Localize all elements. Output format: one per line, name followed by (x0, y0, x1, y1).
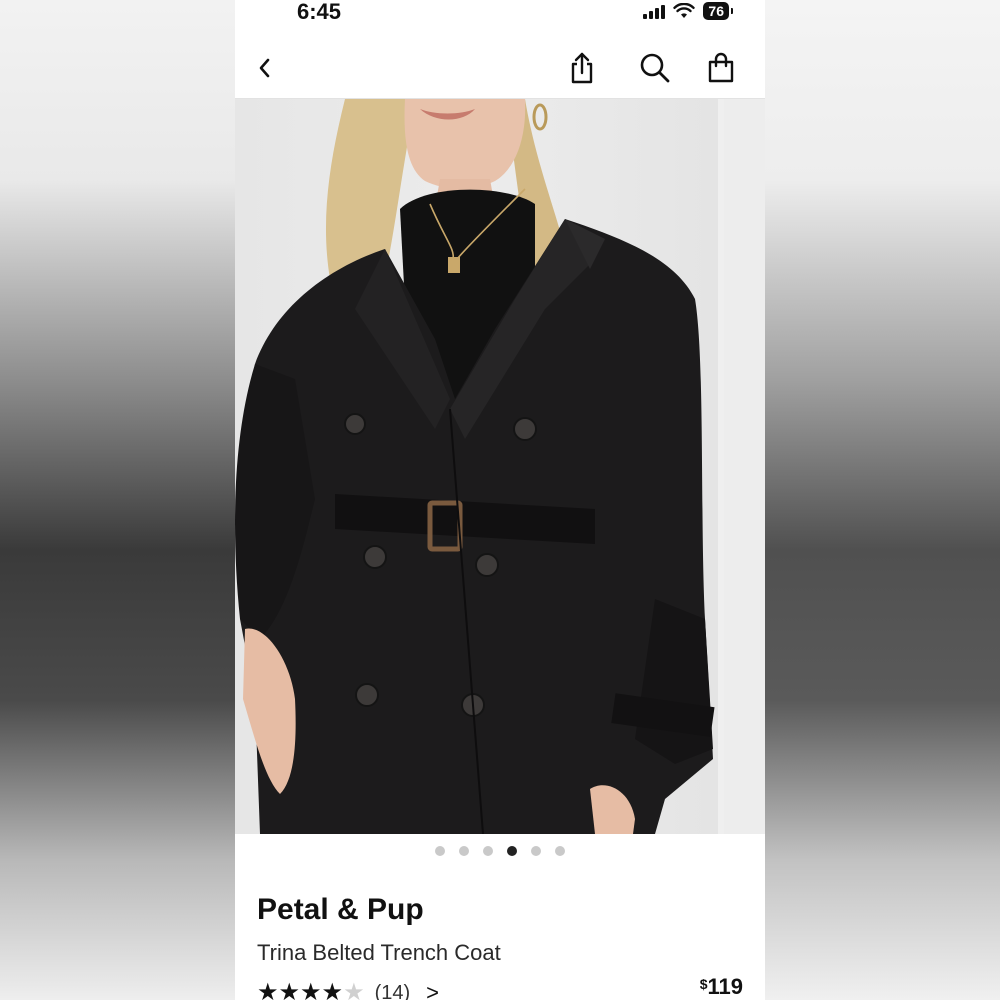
next-product-photo-peek[interactable] (724, 99, 765, 834)
status-icons: 76 (643, 2, 733, 20)
rating-stars: ★★★★★ (257, 981, 365, 1000)
carousel-dot[interactable] (435, 846, 445, 856)
phone-screen: 6:45 76 Petal & Pup Trina Belted Trench … (235, 0, 765, 1000)
search-icon (640, 53, 670, 83)
product-photo[interactable] (235, 99, 718, 834)
carousel-dot[interactable] (459, 846, 469, 856)
shopping-bag-icon (708, 52, 734, 83)
share-button[interactable] (564, 50, 600, 86)
product-price: $119 (700, 974, 743, 1000)
rating-count: (14) (374, 981, 411, 1000)
star-filled-icon: ★ (257, 979, 279, 1000)
blurred-background-left (0, 0, 235, 1000)
product-image-carousel[interactable] (235, 99, 765, 834)
product-brand[interactable]: Petal & Pup (257, 893, 424, 927)
wifi-icon (673, 3, 696, 18)
star-filled-icon: ★ (321, 979, 344, 1000)
star-filled-icon: ★ (278, 979, 301, 1000)
carousel-pagination (235, 846, 765, 860)
back-button[interactable] (247, 50, 283, 86)
carousel-dot[interactable] (531, 846, 541, 856)
chevron-right-icon: > (426, 980, 440, 1000)
model-wearing-trench-coat-image (235, 99, 715, 834)
product-title: Trina Belted Trench Coat (257, 940, 501, 965)
star-empty-icon: ★ (343, 979, 365, 1000)
share-icon (571, 52, 593, 84)
chevron-left-icon (259, 58, 270, 78)
cart-button[interactable] (703, 50, 739, 86)
carousel-dot[interactable] (507, 846, 517, 856)
price-currency: $ (699, 976, 708, 992)
top-nav-bar (235, 40, 765, 99)
carousel-dot[interactable] (483, 846, 493, 856)
search-button[interactable] (637, 50, 673, 86)
star-filled-icon: ★ (300, 979, 322, 1000)
battery-indicator: 76 (703, 2, 733, 20)
product-rating[interactable]: ★★★★★ (14) > (257, 980, 439, 1000)
cellular-signal-icon (643, 3, 666, 19)
carousel-dot[interactable] (555, 846, 565, 856)
blurred-background-right (765, 0, 1000, 1000)
status-time: 6:45 (297, 0, 342, 24)
price-amount: 119 (707, 974, 744, 999)
status-bar: 6:45 76 (235, 0, 765, 28)
